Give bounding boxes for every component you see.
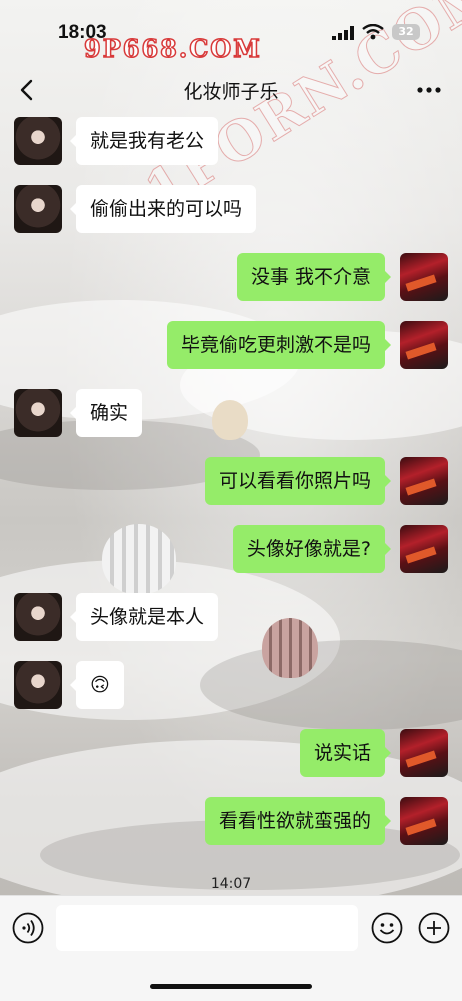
status-bar: 18:03 32 (0, 0, 462, 64)
contact-avatar[interactable] (14, 117, 62, 165)
contact-avatar[interactable] (14, 661, 62, 709)
home-indicator (150, 984, 312, 989)
emoji-button[interactable] (371, 912, 403, 944)
my-avatar[interactable] (400, 525, 448, 573)
more-button[interactable] (412, 76, 446, 104)
incoming-message-bubble[interactable]: 确实 (69, 389, 143, 437)
outgoing-message-bubble[interactable]: 可以看看你照片吗 (204, 457, 392, 505)
voice-icon (12, 912, 44, 944)
my-avatar[interactable] (400, 729, 448, 777)
wifi-icon (362, 24, 384, 40)
chat-title: 化妆师子乐 (183, 81, 279, 103)
contact-avatar[interactable] (14, 185, 62, 233)
outgoing-message-bubble[interactable]: 毕竟偷吃更刺激不是吗 (166, 321, 392, 369)
my-avatar[interactable] (400, 253, 448, 301)
message-input[interactable] (56, 905, 358, 951)
incoming-message-bubble[interactable]: 头像就是本人 (69, 593, 219, 641)
chat-header: 化妆师子乐 (0, 64, 462, 114)
emoji-icon (371, 912, 403, 944)
outgoing-message-bubble[interactable]: 头像好像就是? (232, 525, 392, 573)
battery-indicator: 32 (392, 24, 420, 40)
my-avatar[interactable] (400, 797, 448, 845)
status-time: 18:03 (58, 22, 107, 43)
signal-icon (332, 26, 354, 40)
outgoing-message-bubble[interactable]: 没事 我不介意 (236, 253, 392, 301)
plus-icon (418, 912, 450, 944)
incoming-message-bubble[interactable]: 偷偷出来的可以吗 (69, 185, 257, 233)
plus-button[interactable] (418, 912, 450, 944)
outgoing-message-bubble[interactable]: 看看性欲就蛮强的 (204, 797, 392, 845)
contact-avatar[interactable] (14, 389, 62, 437)
balloon-image (212, 400, 248, 440)
my-avatar[interactable] (400, 321, 448, 369)
more-dots-icon (417, 87, 441, 93)
input-bar (0, 895, 462, 1001)
outgoing-message-bubble[interactable]: 说实话 (299, 729, 392, 777)
voice-button[interactable] (12, 912, 44, 944)
balloon-image (102, 524, 176, 594)
incoming-message-bubble[interactable]: 🙃 (70, 661, 124, 709)
my-avatar[interactable] (400, 457, 448, 505)
incoming-message-bubble[interactable]: 就是我有老公 (69, 117, 219, 165)
message-timestamp: 14:07 (210, 876, 252, 892)
contact-avatar[interactable] (14, 593, 62, 641)
balloon-image (262, 618, 318, 678)
